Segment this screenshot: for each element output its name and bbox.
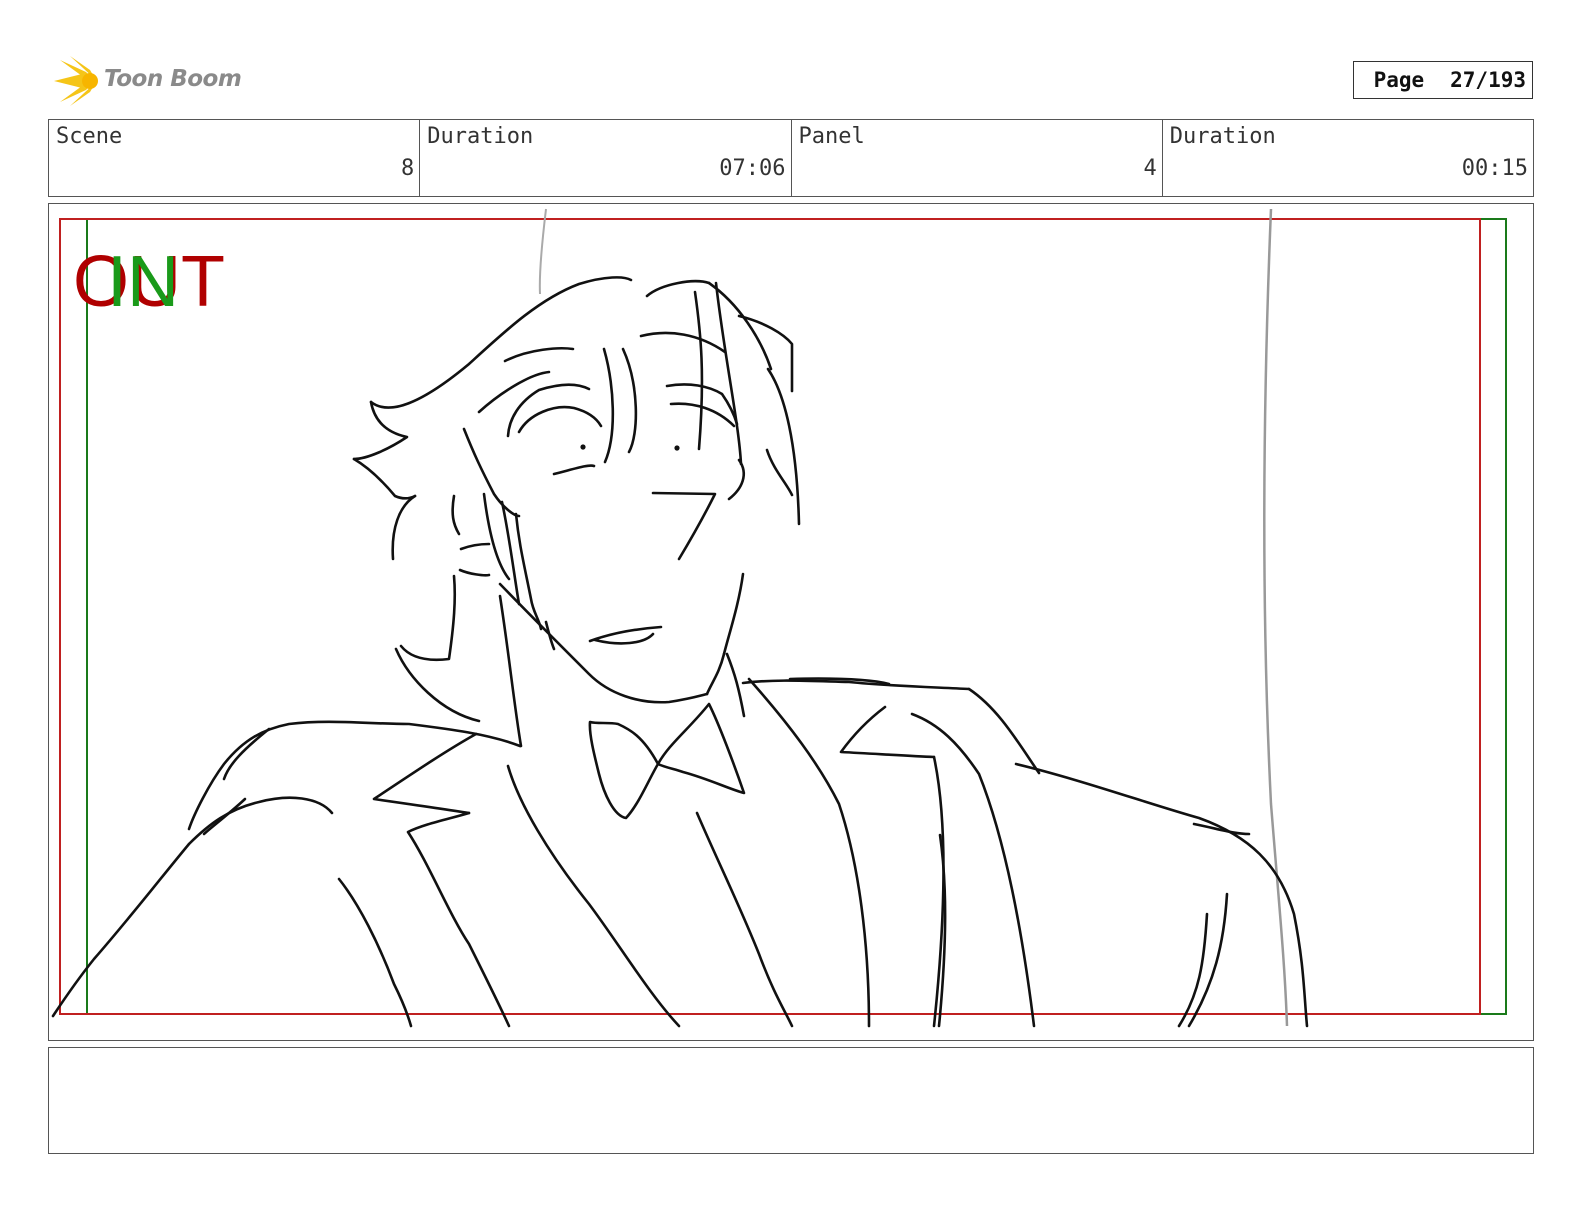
scene-cell: Scene 8 bbox=[49, 120, 421, 196]
eye-dot bbox=[674, 445, 680, 451]
page-indicator: Page 27/193 bbox=[1353, 61, 1533, 99]
page-label: Page bbox=[1373, 68, 1425, 92]
storyboard-panel: OUT IN bbox=[48, 203, 1534, 1041]
panel-cell: Panel 4 bbox=[792, 120, 1163, 196]
scene-duration-value: 07:06 bbox=[719, 156, 786, 181]
in-marker: IN bbox=[107, 242, 179, 322]
panel-duration-label: Duration bbox=[1169, 124, 1276, 149]
eye-dot bbox=[580, 444, 586, 450]
scene-duration-label: Duration bbox=[427, 124, 534, 149]
scene-duration-cell: Duration 07:06 bbox=[420, 120, 792, 196]
panel-duration-cell: Duration 00:15 bbox=[1163, 120, 1533, 196]
page-number: 27/193 bbox=[1450, 68, 1526, 92]
scene-info-table: Scene 8 Duration 07:06 Panel 4 Duration … bbox=[48, 119, 1534, 197]
scene-label: Scene bbox=[56, 124, 123, 149]
panel-duration-value: 00:15 bbox=[1461, 156, 1528, 181]
camera-frame-in bbox=[86, 218, 1507, 1015]
scene-value: 8 bbox=[401, 156, 415, 181]
background-line bbox=[1262, 208, 1289, 1027]
panel-notes bbox=[48, 1047, 1534, 1154]
background-line bbox=[538, 208, 547, 295]
panel-value: 4 bbox=[1143, 156, 1157, 181]
panel-label: Panel bbox=[798, 124, 865, 149]
panel-drawing: OUT IN bbox=[51, 208, 1507, 1028]
logo-text: Toon Boom bbox=[104, 66, 242, 92]
